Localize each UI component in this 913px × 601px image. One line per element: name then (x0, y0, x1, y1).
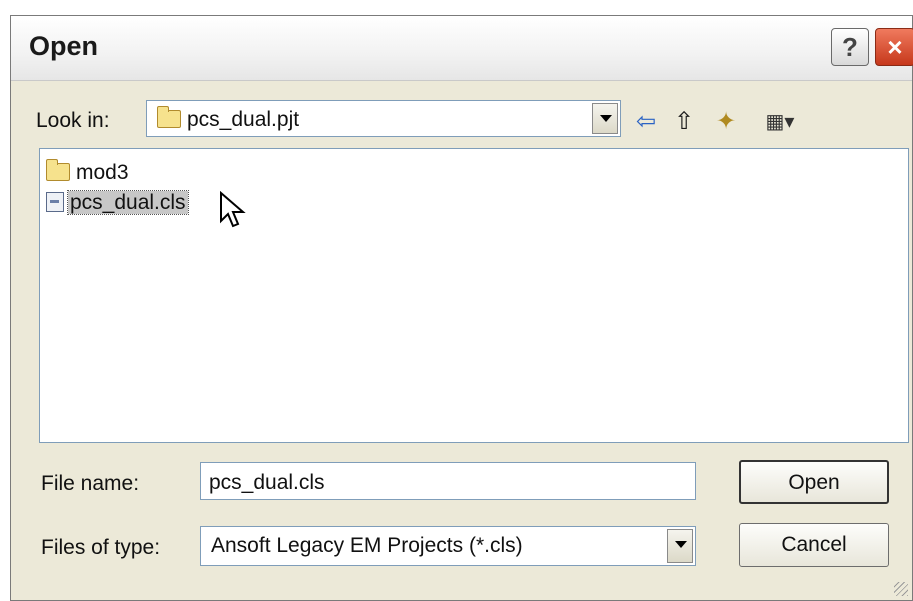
look-in-combobox[interactable]: pcs_dual.pjt (146, 100, 621, 137)
files-of-type-dropdown-arrow[interactable] (667, 529, 693, 563)
open-dialog: Open ? × Look in: pcs_dual.pjt ⇦ ⇧ ✦ ▦▾ … (10, 15, 913, 601)
file-name-input[interactable]: pcs_dual.cls (200, 462, 696, 500)
list-item[interactable]: mod3 (46, 159, 129, 185)
files-of-type-value: Ansoft Legacy EM Projects (*.cls) (211, 534, 523, 557)
new-folder-icon[interactable]: ✦ (711, 107, 741, 137)
look-in-dropdown-arrow[interactable] (592, 103, 618, 134)
title-bar[interactable]: Open ? × (11, 16, 913, 81)
up-folder-icon[interactable]: ⇧ (669, 107, 699, 137)
view-menu-icon[interactable]: ▦▾ (755, 107, 805, 137)
look-in-value: pcs_dual.pjt (187, 108, 300, 131)
file-name-value: pcs_dual.cls (209, 471, 325, 494)
mouse-cursor-icon (220, 191, 246, 228)
help-button[interactable]: ? (831, 28, 869, 66)
list-item[interactable]: pcs_dual.cls (46, 190, 189, 215)
file-icon (46, 192, 64, 212)
resize-grip[interactable] (894, 582, 908, 596)
open-button[interactable]: Open (739, 460, 889, 504)
file-name: pcs_dual.cls (67, 190, 189, 215)
cancel-button[interactable]: Cancel (739, 523, 889, 567)
folder-icon (157, 106, 181, 128)
look-in-label: Look in: (36, 109, 110, 132)
close-button[interactable]: × (875, 28, 913, 66)
files-of-type-label: Files of type: (41, 536, 161, 559)
file-list[interactable]: mod3 pcs_dual.cls (39, 148, 909, 443)
file-name-label: File name: (41, 472, 140, 495)
dialog-title: Open (29, 31, 99, 61)
files-of-type-combobox[interactable]: Ansoft Legacy EM Projects (*.cls) (200, 526, 696, 566)
file-name: mod3 (76, 161, 129, 184)
folder-icon (46, 159, 70, 181)
back-icon[interactable]: ⇦ (631, 107, 661, 137)
